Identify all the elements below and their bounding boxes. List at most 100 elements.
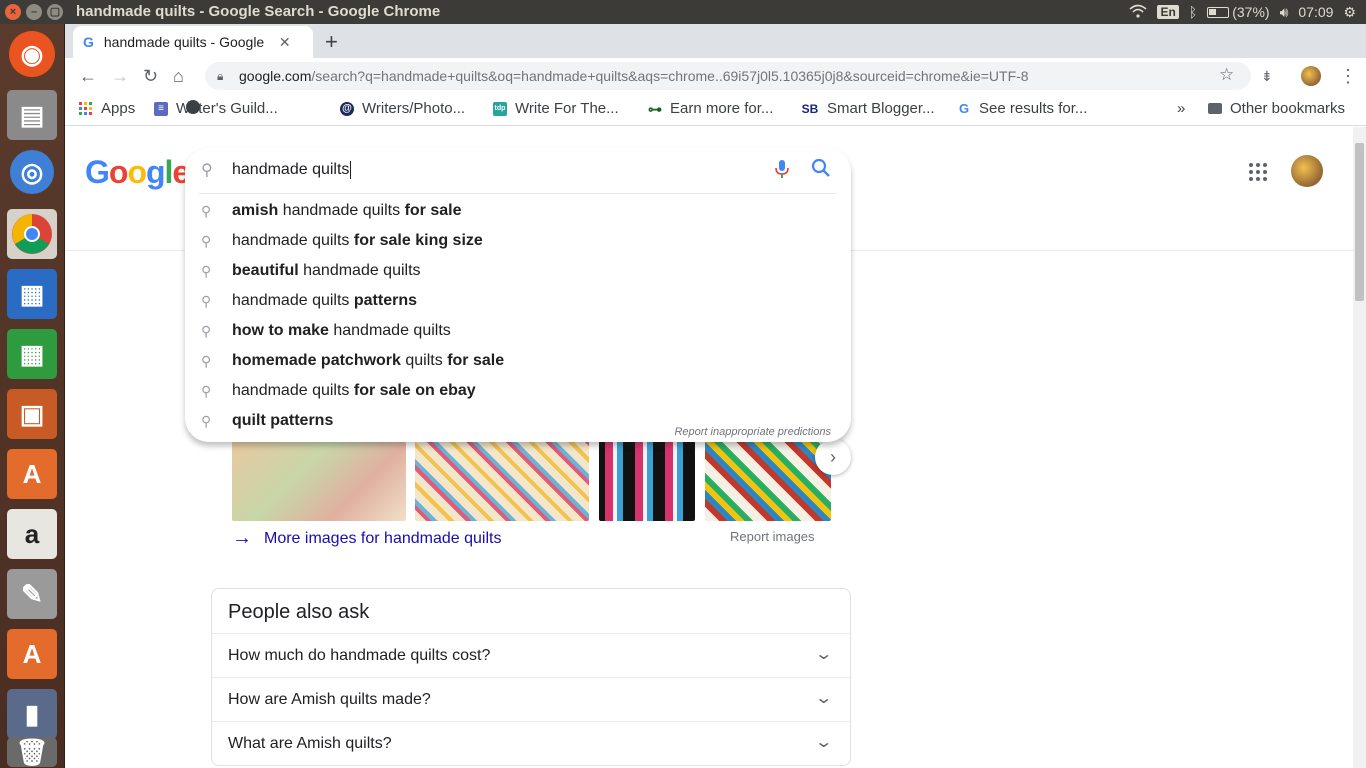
new-tab-button[interactable]: + bbox=[325, 29, 338, 55]
software-center-icon[interactable]: A bbox=[7, 449, 57, 499]
paa-question[interactable]: How much do handmade quilts cost? ⌄ bbox=[212, 633, 850, 677]
tab-close-icon[interactable]: ✕ bbox=[279, 34, 291, 51]
sb-icon: SB bbox=[801, 101, 819, 116]
ubuntu-dash-icon[interactable]: ◉ bbox=[9, 31, 55, 77]
quilt-image-1[interactable] bbox=[232, 441, 406, 521]
chevron-down-icon: ⌄ bbox=[813, 646, 833, 663]
impress-icon[interactable]: ▣ bbox=[7, 389, 57, 439]
bookmark-label: Earn more for... bbox=[670, 100, 774, 117]
more-images-label: More images for handmade quilts bbox=[264, 529, 502, 547]
window-minimize-button[interactable]: – bbox=[26, 4, 42, 20]
lock-icon[interactable]: 🔒︎ bbox=[217, 62, 223, 90]
address-bar[interactable]: 🔒︎ google.com/search?q=handmade+quilts&o… bbox=[205, 62, 1251, 90]
software-updater-icon[interactable]: A bbox=[7, 629, 57, 679]
report-images-link[interactable]: Report images bbox=[730, 529, 815, 544]
scrollbar-thumb[interactable] bbox=[1355, 143, 1364, 301]
search-input[interactable]: handmade quilts bbox=[232, 161, 349, 179]
settings-gear-icon[interactable]: ⚙ bbox=[1343, 4, 1356, 21]
suggestion-text: amish handmade quilts for sale bbox=[232, 202, 462, 219]
other-bookmarks[interactable]: Other bookmarks bbox=[1208, 100, 1345, 117]
search-icon: ⚲ bbox=[201, 413, 212, 429]
quilt-image-2[interactable] bbox=[415, 441, 589, 521]
search-input-row[interactable]: ⚲ handmade quilts bbox=[185, 148, 851, 193]
volume-icon[interactable]: 🔊︎ bbox=[1280, 4, 1289, 21]
bookmark-writers-guild[interactable]: ≡ Writer's Guild... bbox=[154, 100, 278, 117]
bookmarks-overflow-button[interactable]: » bbox=[1177, 100, 1185, 117]
trash-icon[interactable]: 🗑︎ bbox=[7, 737, 57, 767]
bookmark-apps[interactable]: Apps bbox=[79, 100, 135, 117]
window-maximize-button[interactable]: ▢ bbox=[47, 4, 63, 20]
wifi-icon[interactable] bbox=[1129, 4, 1147, 21]
chrome-menu-icon[interactable]: ⋮ bbox=[1339, 66, 1357, 87]
bookmark-write-for-the[interactable]: tdp Write For The... bbox=[493, 100, 619, 117]
more-images-link[interactable]: → More images for handmade quilts bbox=[232, 527, 501, 550]
bookmark-label: Other bookmarks bbox=[1230, 100, 1346, 117]
suggestion-item[interactable]: ⚲ amish handmade quilts for sale bbox=[185, 197, 851, 227]
paa-question[interactable]: How are Amish quilts made? ⌄ bbox=[212, 677, 850, 721]
quilt-image-4[interactable] bbox=[705, 441, 831, 521]
quilt-image-3[interactable] bbox=[599, 441, 695, 521]
chrome-icon[interactable] bbox=[7, 209, 57, 259]
bookmark-writers-photo[interactable] bbox=[186, 100, 208, 114]
window-close-button[interactable]: × bbox=[5, 4, 21, 20]
google-favicon-icon: G bbox=[83, 34, 94, 50]
page-scrollbar[interactable] bbox=[1353, 127, 1366, 768]
logo-letter: o bbox=[108, 154, 129, 190]
chromium-icon[interactable]: ◎ bbox=[10, 150, 54, 194]
google-logo[interactable]: Google bbox=[85, 154, 190, 191]
search-icon: ⚲ bbox=[201, 353, 212, 369]
report-predictions-link[interactable]: Report inappropriate predictions bbox=[674, 426, 831, 438]
tab-strip: G handmade quilts - Google ✕ + bbox=[65, 24, 1366, 58]
suggestion-text: beautiful handmade quilts bbox=[232, 262, 421, 279]
clock[interactable]: 07:09 bbox=[1298, 4, 1333, 20]
people-also-ask: People also ask How much do handmade qui… bbox=[211, 588, 851, 766]
suggestion-item[interactable]: ⚲ handmade quilts for sale king size bbox=[185, 227, 851, 257]
reload-button[interactable]: ↻ bbox=[143, 66, 158, 87]
bookmark-label: Smart Blogger... bbox=[827, 100, 935, 117]
browser-tab[interactable]: G handmade quilts - Google ✕ bbox=[73, 26, 313, 58]
suggestion-item[interactable]: ⚲ how to make handmade quilts bbox=[185, 317, 851, 347]
battery-indicator[interactable]: (37%) bbox=[1207, 4, 1270, 20]
logo-letter: G bbox=[85, 154, 110, 190]
extension-icon[interactable]: ⇟ bbox=[1261, 68, 1273, 85]
forward-button[interactable]: → bbox=[111, 66, 129, 87]
search-submit-button[interactable] bbox=[811, 158, 831, 183]
home-button[interactable]: ⌂ bbox=[173, 66, 184, 87]
writer-icon[interactable]: ▦ bbox=[7, 269, 57, 319]
suggestion-text: handmade quilts for sale king size bbox=[232, 232, 483, 249]
search-icon: ⚲ bbox=[201, 233, 212, 249]
url-path: /search?q=handmade+quilts&oq=handmade+qu… bbox=[311, 68, 1029, 84]
system-settings-icon[interactable]: ✎ bbox=[7, 569, 57, 619]
suggestion-item[interactable]: ⚲ homemade patchwork quilts for sale bbox=[185, 347, 851, 377]
microphone-icon[interactable] bbox=[775, 159, 789, 184]
images-next-button[interactable]: › bbox=[815, 439, 851, 475]
bluetooth-icon[interactable]: ᛒ bbox=[1189, 4, 1197, 20]
paa-question[interactable]: What are Amish quilts? ⌄ bbox=[212, 721, 850, 765]
account-avatar[interactable] bbox=[1291, 155, 1323, 187]
suggestion-text: quilt patterns bbox=[232, 412, 334, 429]
google-icon: G bbox=[958, 100, 970, 116]
back-button[interactable]: ← bbox=[79, 66, 97, 87]
spiral-icon: @ bbox=[340, 101, 354, 116]
text-cursor bbox=[350, 161, 351, 179]
bookmark-star-icon[interactable]: ☆ bbox=[1219, 65, 1234, 85]
keyboard-layout-indicator[interactable]: En bbox=[1157, 5, 1179, 19]
profile-avatar[interactable] bbox=[1301, 66, 1321, 86]
suggestion-text: how to make handmade quilts bbox=[232, 322, 451, 339]
suggestion-item[interactable]: ⚲ beautiful handmade quilts bbox=[185, 257, 851, 287]
bookmark-smart-blogger[interactable]: SB Smart Blogger... bbox=[801, 100, 935, 117]
suggestion-text: homemade patchwork quilts for sale bbox=[232, 352, 505, 369]
calc-icon[interactable]: ▦ bbox=[7, 329, 57, 379]
bookmark-writers-photo-label[interactable]: @ Writers/Photo... bbox=[340, 100, 465, 117]
suggestion-item[interactable]: ⚲ handmade quilts for sale on ebay bbox=[185, 377, 851, 407]
amazon-icon[interactable]: a bbox=[7, 509, 57, 559]
app-icon[interactable]: ▮ bbox=[7, 689, 57, 739]
paa-question-text: What are Amish quilts? bbox=[228, 735, 392, 752]
bookmark-see-results[interactable]: G See results for... bbox=[957, 100, 1087, 117]
suggestion-item[interactable]: ⚲ handmade quilts patterns bbox=[185, 287, 851, 317]
bookmark-earn-more[interactable]: ⊶ Earn more for... bbox=[648, 100, 773, 117]
google-apps-icon[interactable] bbox=[1249, 163, 1267, 181]
people-also-ask-title: People also ask bbox=[228, 601, 370, 623]
suggestions-divider bbox=[199, 193, 837, 194]
file-manager-icon[interactable]: ▤ bbox=[7, 90, 57, 140]
